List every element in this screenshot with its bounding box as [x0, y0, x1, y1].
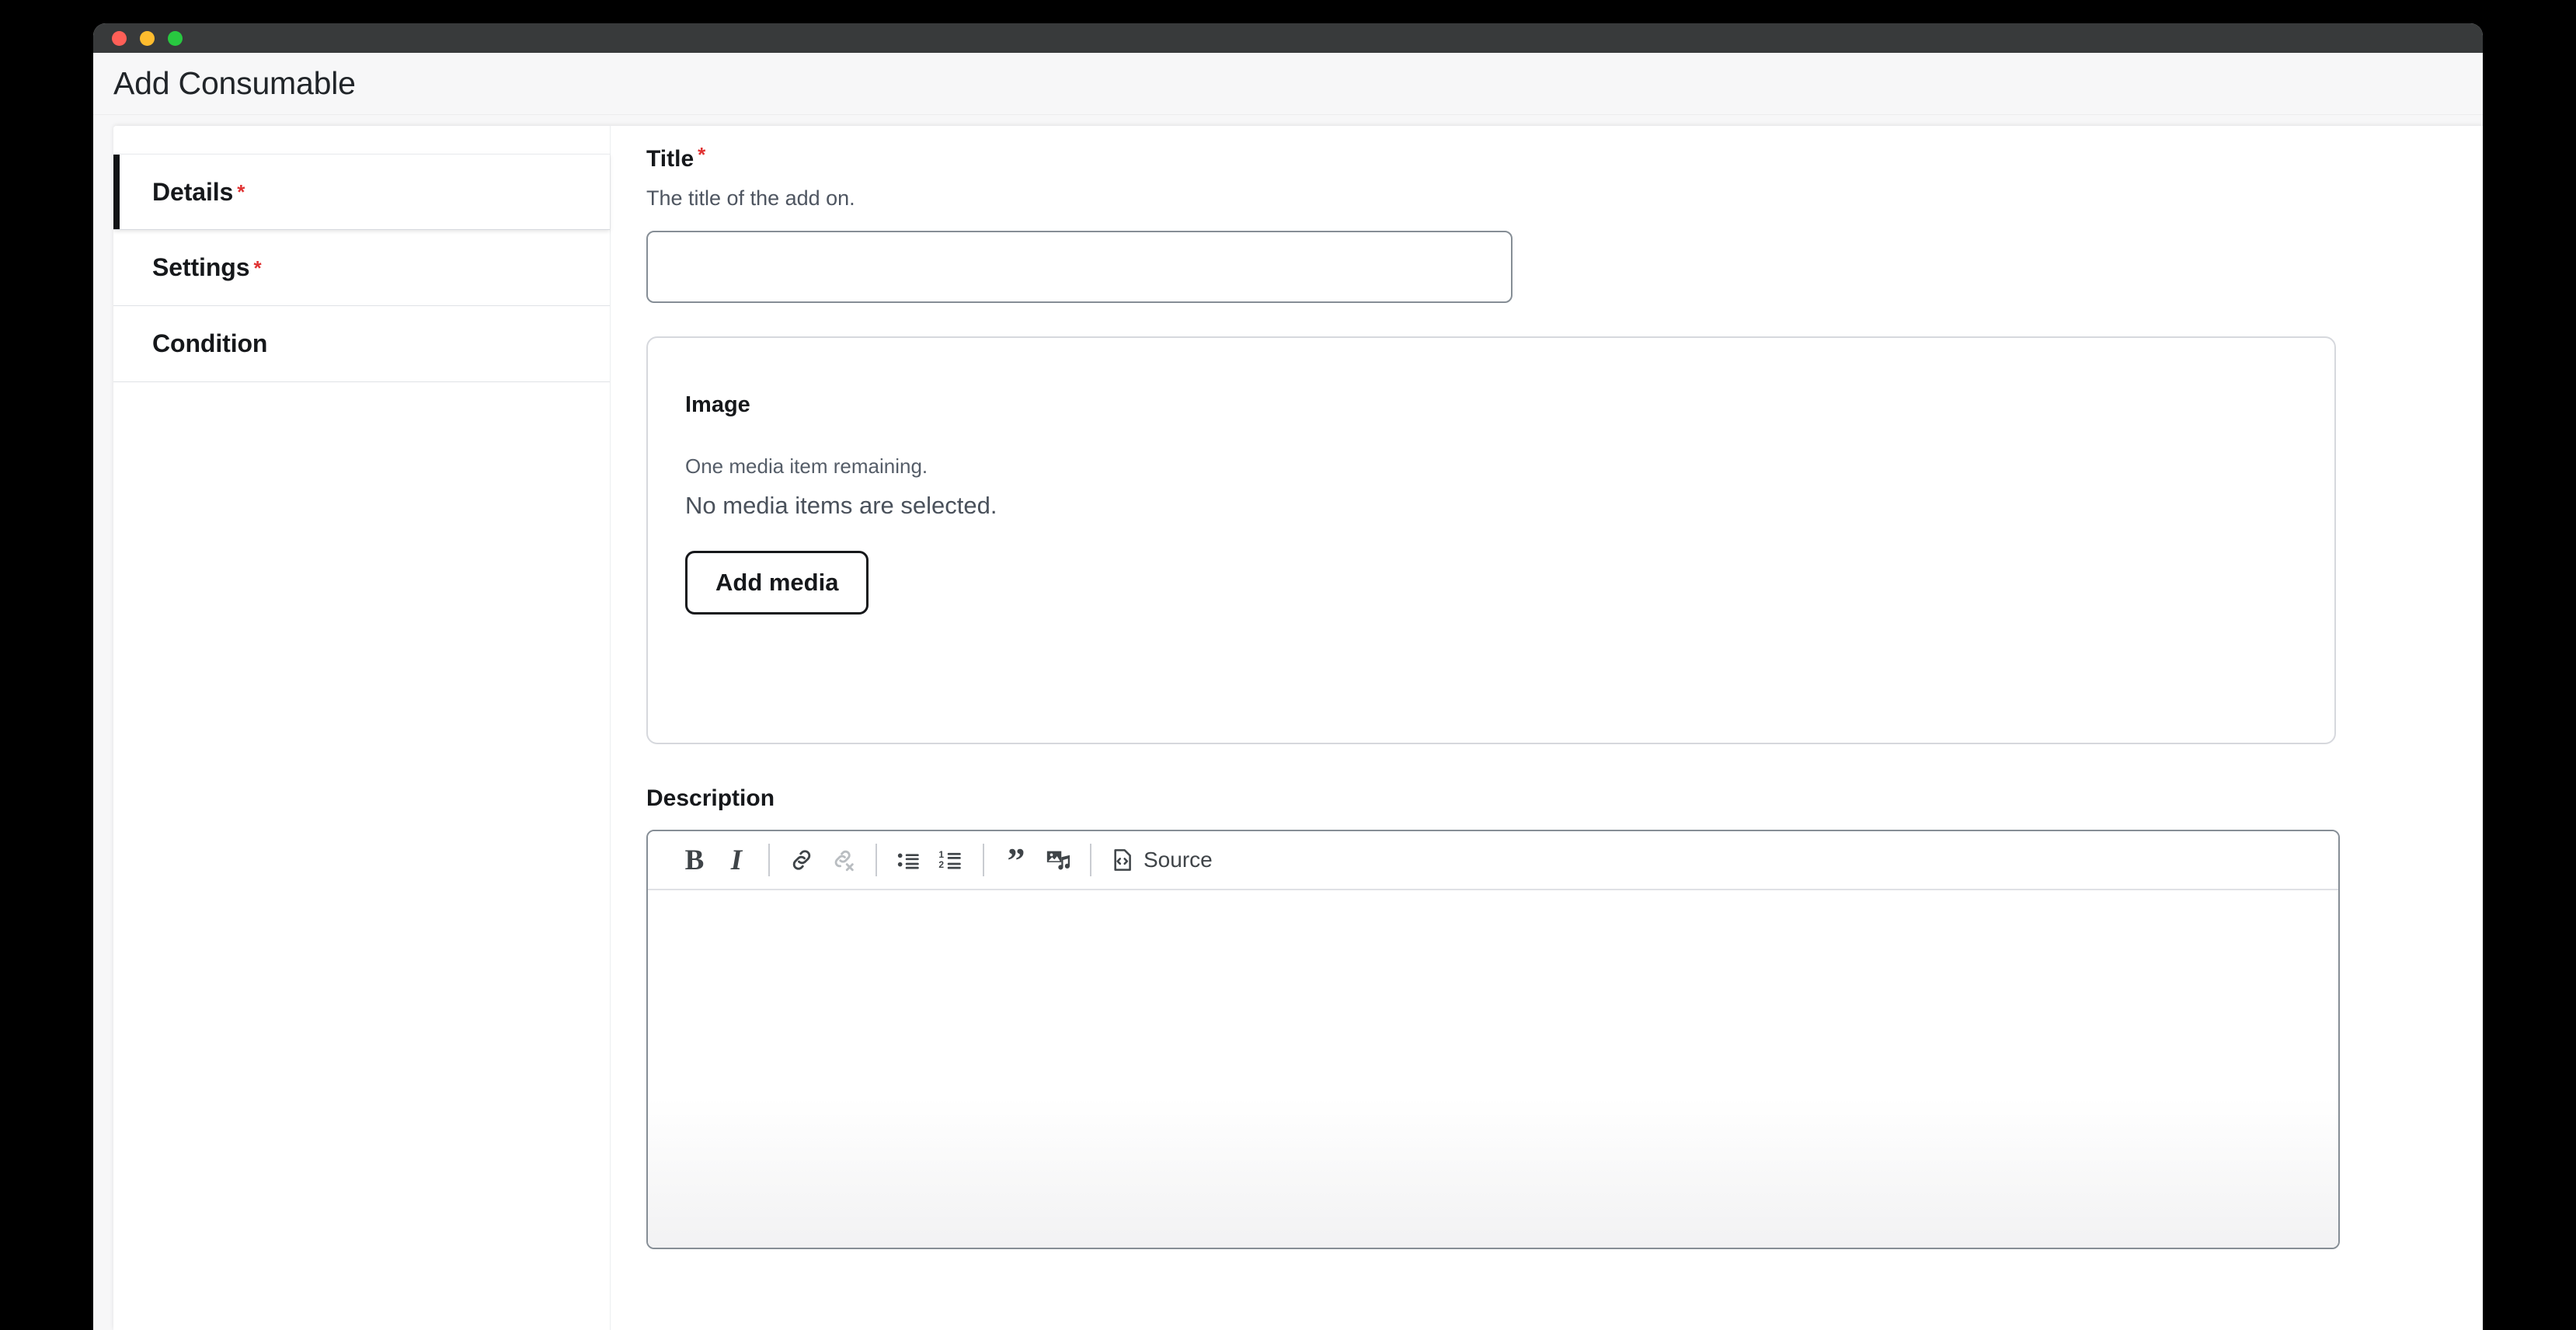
media-remaining-text: One media item remaining. — [685, 454, 928, 479]
tab-details-label: Details — [152, 177, 234, 206]
italic-glyph: I — [730, 844, 743, 876]
bold-icon[interactable]: B — [674, 839, 715, 881]
required-marker-settings: * — [253, 256, 262, 280]
required-marker-details: * — [237, 180, 245, 204]
description-field-label: Description — [646, 785, 775, 812]
source-button[interactable]: Source — [1102, 839, 1220, 881]
title-field-label: Title — [646, 146, 694, 172]
title-field-group: Title * The title of the add on. — [646, 143, 2483, 304]
required-marker-title: * — [698, 143, 706, 166]
page-header: Add Consumable — [93, 53, 2483, 115]
title-input[interactable] — [646, 231, 1513, 304]
close-button[interactable] — [112, 30, 127, 46]
maximize-button[interactable] — [168, 30, 183, 46]
source-label: Source — [1144, 848, 1213, 872]
description-textarea[interactable] — [648, 890, 2338, 1248]
bold-glyph: B — [684, 844, 705, 876]
minimize-button[interactable] — [140, 30, 155, 46]
toolbar-separator — [983, 844, 984, 877]
numbered-list-icon[interactable]: 1 2 — [930, 839, 972, 881]
image-card-label: Image — [685, 392, 750, 418]
tab-condition-label: Condition — [152, 329, 268, 357]
media-empty-text: No media items are selected. — [685, 492, 997, 520]
media-icon[interactable] — [1037, 839, 1079, 881]
toolbar-separator — [1090, 844, 1091, 877]
form-area: Title * The title of the add on. Image On… — [611, 126, 2483, 1330]
sidebar-item-settings[interactable]: Settings * — [113, 230, 610, 306]
browser-window: Add Consumable Details * Settings * Condit… — [93, 23, 2483, 1330]
content-panel: Details * Settings * Condition Title * The … — [113, 126, 2483, 1330]
toolbar-separator — [768, 844, 770, 877]
tab-sidebar: Details * Settings * Condition — [113, 126, 611, 1330]
window-titlebar — [93, 23, 2483, 53]
editor-toolbar: B I 1 2 ” Source — [648, 831, 2338, 891]
page-body: Details * Settings * Condition Title * The … — [93, 115, 2483, 1330]
italic-icon[interactable]: I — [715, 839, 757, 881]
tab-settings-label: Settings — [152, 253, 250, 281]
bulleted-list-icon[interactable] — [888, 839, 930, 881]
blockquote-icon[interactable]: ” — [995, 839, 1037, 881]
add-media-button[interactable]: Add media — [685, 551, 869, 615]
link-icon[interactable] — [781, 839, 823, 881]
sidebar-item-details[interactable]: Details * — [113, 154, 610, 230]
blockquote-glyph: ” — [1007, 840, 1025, 880]
svg-text:2: 2 — [938, 859, 944, 870]
sidebar-item-condition[interactable]: Condition — [113, 306, 610, 382]
title-field-help: The title of the add on. — [646, 186, 855, 211]
unlink-icon — [823, 839, 865, 881]
image-card: Image One media item remaining. No media… — [646, 336, 2336, 745]
page-title: Add Consumable — [113, 65, 356, 101]
toolbar-separator — [875, 844, 877, 877]
description-editor: B I 1 2 ” Source — [646, 830, 2340, 1250]
